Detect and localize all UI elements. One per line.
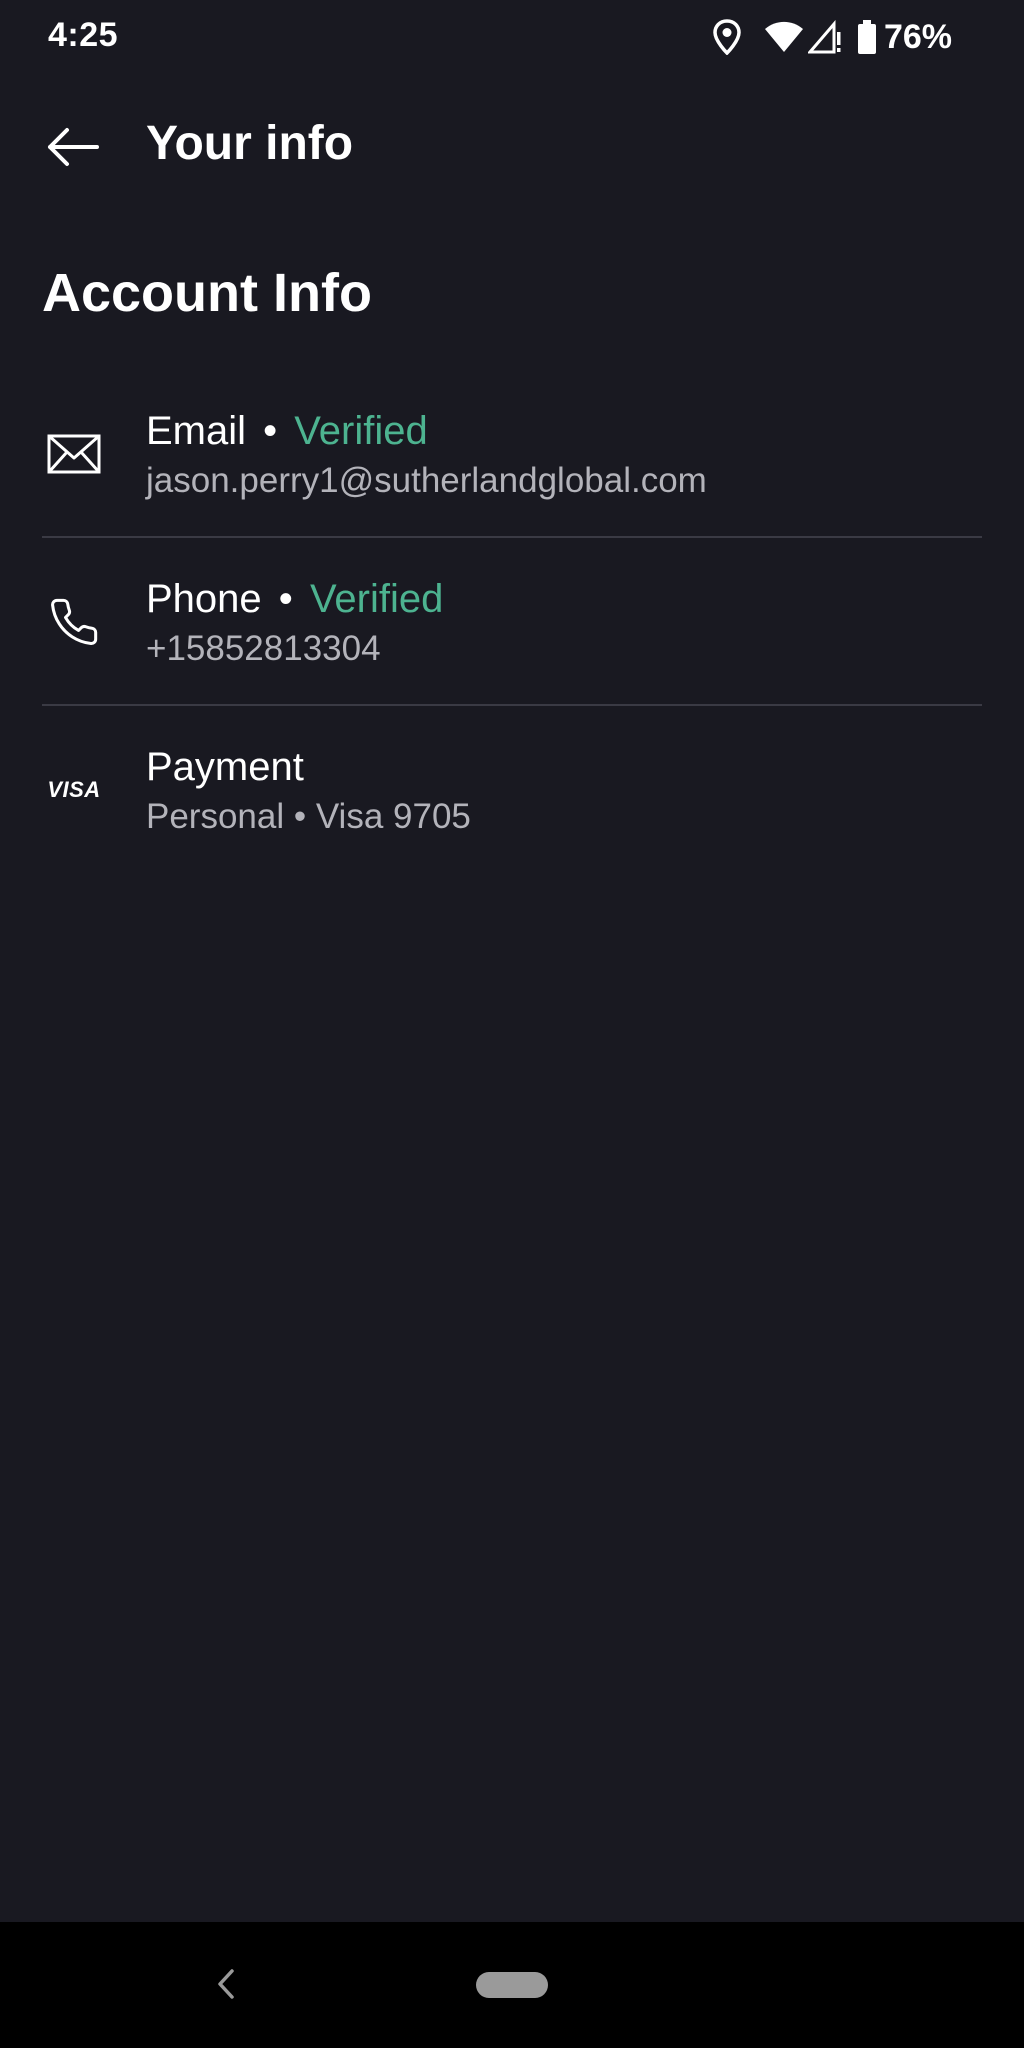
email-label: Email	[146, 409, 247, 453]
phone-verified-status: Verified	[309, 577, 444, 621]
payment-label: Payment	[146, 745, 304, 789]
payment-value: Personal • Visa 9705	[146, 797, 471, 836]
phone-label: Phone	[146, 577, 262, 621]
phone-value: +15852813304	[146, 629, 381, 668]
email-text: Email • Verified jason.perry1@sutherland…	[146, 406, 707, 504]
phone-icon	[44, 538, 104, 706]
battery-icon	[856, 19, 878, 55]
location-icon	[712, 19, 742, 55]
email-row[interactable]: Email • Verified jason.perry1@sutherland…	[0, 370, 1024, 538]
email-title: Email • Verified	[146, 406, 707, 456]
email-value: jason.perry1@sutherlandglobal.com	[146, 461, 707, 500]
phone-title: Phone • Verified	[146, 574, 443, 624]
visa-logo-icon: VISA	[44, 706, 104, 874]
phone-row[interactable]: Phone • Verified +15852813304	[0, 538, 1024, 706]
payment-row[interactable]: VISA Payment Personal • Visa 9705	[0, 706, 1024, 874]
page-title: Your info	[146, 117, 354, 170]
status-time: 4:25	[48, 16, 119, 54]
system-nav-bar	[0, 1922, 1024, 2048]
status-bar: 4:25 76%	[0, 0, 1024, 74]
battery-percentage: 76%	[883, 17, 952, 56]
email-verified-status: Verified	[294, 409, 428, 453]
phone-text: Phone • Verified +15852813304	[146, 574, 443, 672]
app-bar: Your info	[0, 96, 1024, 196]
back-button[interactable]	[28, 112, 118, 182]
account-info-list: Email • Verified jason.perry1@sutherland…	[0, 370, 1024, 874]
cell-signal-icon	[807, 20, 842, 54]
separator-dot: •	[263, 409, 278, 453]
envelope-icon	[44, 370, 104, 538]
nav-back-button[interactable]	[206, 1956, 246, 2012]
home-pill[interactable]	[476, 1972, 548, 1998]
status-icons: 76%	[712, 14, 952, 60]
section-title: Account Info	[42, 263, 372, 323]
wifi-icon	[764, 20, 804, 54]
arrow-left-icon	[48, 128, 99, 166]
separator-dot: •	[278, 577, 293, 621]
nav-back-icon	[218, 1969, 234, 1999]
payment-text: Payment Personal • Visa 9705	[146, 742, 471, 840]
payment-title: Payment	[146, 742, 471, 792]
visa-logo: VISA	[47, 777, 101, 802]
